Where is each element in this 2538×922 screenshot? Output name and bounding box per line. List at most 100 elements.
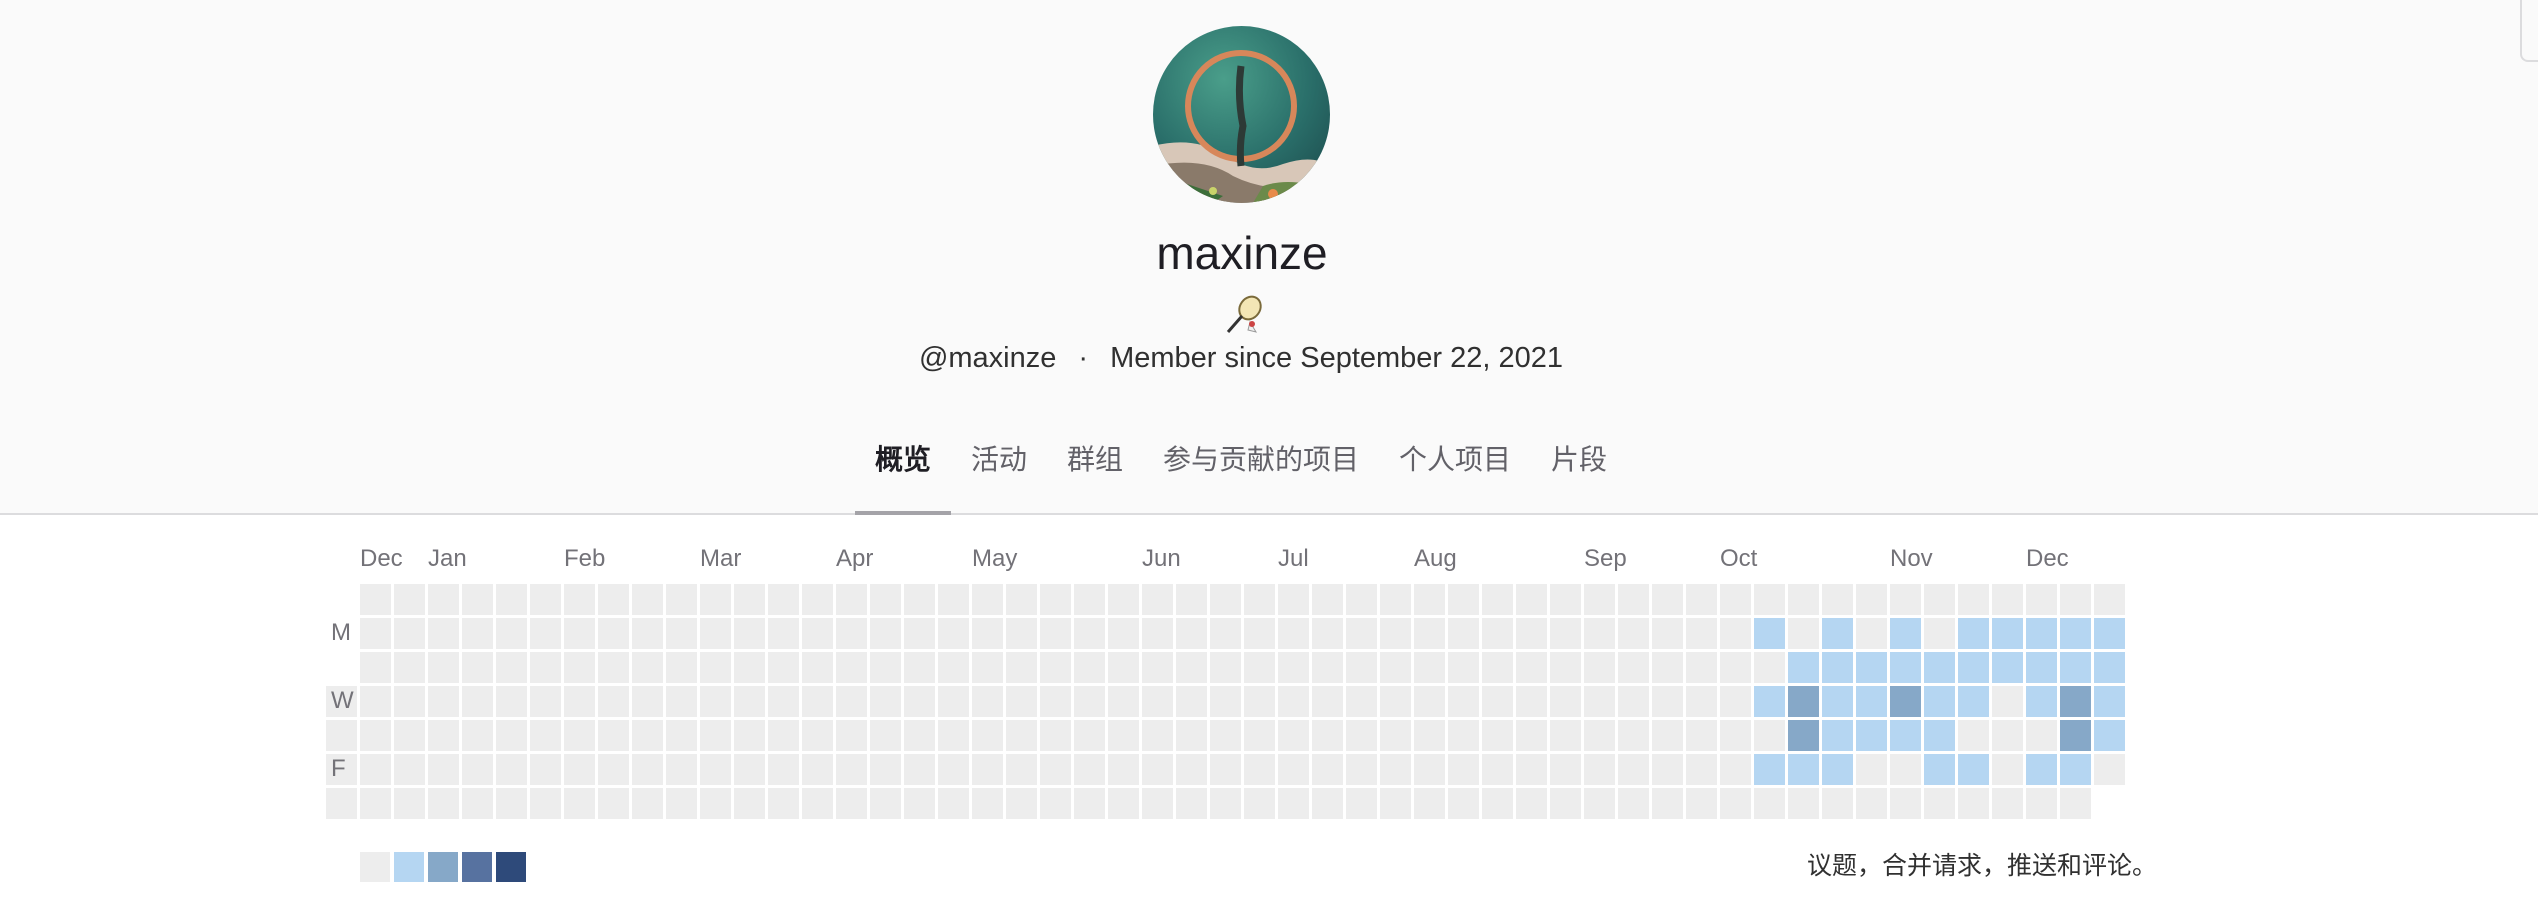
calendar-day-cell[interactable] bbox=[1040, 618, 1071, 649]
calendar-day-cell[interactable] bbox=[1448, 686, 1479, 717]
calendar-day-cell[interactable] bbox=[1788, 618, 1819, 649]
calendar-day-cell[interactable] bbox=[1142, 754, 1173, 785]
calendar-day-cell[interactable] bbox=[1822, 754, 1853, 785]
calendar-day-cell[interactable] bbox=[870, 754, 901, 785]
calendar-day-cell[interactable] bbox=[836, 788, 867, 819]
calendar-day-cell[interactable] bbox=[1006, 584, 1037, 615]
calendar-day-cell[interactable] bbox=[1788, 686, 1819, 717]
calendar-day-cell[interactable] bbox=[666, 652, 697, 683]
calendar-day-cell[interactable] bbox=[1006, 618, 1037, 649]
calendar-day-cell[interactable] bbox=[564, 720, 595, 751]
calendar-day-cell[interactable] bbox=[598, 788, 629, 819]
calendar-day-cell[interactable] bbox=[1244, 720, 1275, 751]
calendar-day-cell[interactable] bbox=[1720, 584, 1751, 615]
calendar-day-cell[interactable] bbox=[870, 618, 901, 649]
calendar-day-cell[interactable] bbox=[360, 686, 391, 717]
calendar-day-cell[interactable] bbox=[1618, 584, 1649, 615]
calendar-day-cell[interactable] bbox=[1652, 754, 1683, 785]
calendar-day-cell[interactable] bbox=[1380, 652, 1411, 683]
calendar-day-cell[interactable] bbox=[1618, 652, 1649, 683]
calendar-day-cell[interactable] bbox=[1312, 584, 1343, 615]
calendar-day-cell[interactable] bbox=[1312, 686, 1343, 717]
calendar-day-cell[interactable] bbox=[1958, 652, 1989, 683]
calendar-day-cell[interactable] bbox=[1856, 720, 1887, 751]
calendar-day-cell[interactable] bbox=[836, 618, 867, 649]
calendar-day-cell[interactable] bbox=[496, 754, 527, 785]
calendar-day-cell[interactable] bbox=[938, 618, 969, 649]
calendar-day-cell[interactable] bbox=[1380, 686, 1411, 717]
calendar-day-cell[interactable] bbox=[1754, 686, 1785, 717]
calendar-day-cell[interactable] bbox=[394, 652, 425, 683]
calendar-day-cell[interactable] bbox=[1720, 686, 1751, 717]
calendar-day-cell[interactable] bbox=[1686, 720, 1717, 751]
calendar-day-cell[interactable] bbox=[530, 754, 561, 785]
calendar-day-cell[interactable] bbox=[1176, 720, 1207, 751]
calendar-day-cell[interactable] bbox=[1822, 720, 1853, 751]
calendar-day-cell[interactable] bbox=[496, 686, 527, 717]
calendar-day-cell[interactable] bbox=[394, 618, 425, 649]
calendar-day-cell[interactable] bbox=[734, 720, 765, 751]
calendar-day-cell[interactable] bbox=[1278, 584, 1309, 615]
calendar-day-cell[interactable] bbox=[1924, 584, 1955, 615]
calendar-day-cell[interactable] bbox=[1652, 618, 1683, 649]
calendar-day-cell[interactable] bbox=[972, 686, 1003, 717]
calendar-day-cell[interactable] bbox=[598, 754, 629, 785]
calendar-day-cell[interactable] bbox=[2026, 618, 2057, 649]
calendar-day-cell[interactable] bbox=[768, 754, 799, 785]
calendar-day-cell[interactable] bbox=[836, 720, 867, 751]
calendar-day-cell[interactable] bbox=[666, 720, 697, 751]
calendar-day-cell[interactable] bbox=[904, 720, 935, 751]
calendar-day-cell[interactable] bbox=[326, 788, 357, 819]
calendar-day-cell[interactable] bbox=[1550, 720, 1581, 751]
calendar-day-cell[interactable] bbox=[1482, 618, 1513, 649]
calendar-day-cell[interactable] bbox=[1142, 618, 1173, 649]
calendar-day-cell[interactable] bbox=[632, 754, 663, 785]
calendar-day-cell[interactable] bbox=[598, 618, 629, 649]
tab-overview[interactable]: 概览 bbox=[854, 436, 951, 515]
calendar-day-cell[interactable] bbox=[2094, 754, 2125, 785]
calendar-day-cell[interactable] bbox=[1788, 652, 1819, 683]
calendar-day-cell[interactable] bbox=[1958, 788, 1989, 819]
calendar-day-cell[interactable] bbox=[700, 652, 731, 683]
calendar-day-cell[interactable] bbox=[1006, 720, 1037, 751]
calendar-day-cell[interactable] bbox=[1992, 618, 2023, 649]
calendar-day-cell[interactable] bbox=[428, 618, 459, 649]
calendar-day-cell[interactable] bbox=[598, 652, 629, 683]
calendar-day-cell[interactable] bbox=[2026, 754, 2057, 785]
calendar-day-cell[interactable] bbox=[530, 788, 561, 819]
calendar-day-cell[interactable] bbox=[1856, 686, 1887, 717]
calendar-day-cell[interactable] bbox=[1006, 754, 1037, 785]
calendar-day-cell[interactable] bbox=[2060, 686, 2091, 717]
calendar-day-cell[interactable] bbox=[428, 754, 459, 785]
calendar-day-cell[interactable] bbox=[1176, 788, 1207, 819]
calendar-day-cell[interactable] bbox=[1618, 618, 1649, 649]
calendar-day-cell[interactable] bbox=[1754, 584, 1785, 615]
calendar-day-cell[interactable] bbox=[1652, 720, 1683, 751]
calendar-day-cell[interactable] bbox=[1244, 754, 1275, 785]
calendar-day-cell[interactable] bbox=[1278, 652, 1309, 683]
calendar-day-cell[interactable] bbox=[1890, 686, 1921, 717]
calendar-day-cell[interactable] bbox=[530, 652, 561, 683]
calendar-day-cell[interactable] bbox=[1346, 618, 1377, 649]
calendar-day-cell[interactable] bbox=[598, 720, 629, 751]
calendar-day-cell[interactable] bbox=[1856, 788, 1887, 819]
calendar-day-cell[interactable] bbox=[904, 584, 935, 615]
calendar-day-cell[interactable] bbox=[1788, 720, 1819, 751]
calendar-day-cell[interactable] bbox=[904, 686, 935, 717]
calendar-day-cell[interactable] bbox=[1924, 788, 1955, 819]
calendar-day-cell[interactable] bbox=[1074, 754, 1105, 785]
calendar-day-cell[interactable] bbox=[1890, 788, 1921, 819]
calendar-day-cell[interactable] bbox=[1890, 584, 1921, 615]
calendar-day-cell[interactable] bbox=[938, 720, 969, 751]
calendar-day-cell[interactable] bbox=[1074, 618, 1105, 649]
calendar-day-cell[interactable] bbox=[1550, 686, 1581, 717]
calendar-day-cell[interactable] bbox=[428, 788, 459, 819]
calendar-day-cell[interactable] bbox=[598, 584, 629, 615]
tab-groups[interactable]: 群组 bbox=[1047, 436, 1143, 515]
calendar-day-cell[interactable] bbox=[496, 584, 527, 615]
calendar-day-cell[interactable] bbox=[1380, 754, 1411, 785]
calendar-day-cell[interactable] bbox=[1924, 652, 1955, 683]
calendar-day-cell[interactable] bbox=[496, 618, 527, 649]
calendar-day-cell[interactable] bbox=[1312, 720, 1343, 751]
calendar-day-cell[interactable] bbox=[462, 618, 493, 649]
